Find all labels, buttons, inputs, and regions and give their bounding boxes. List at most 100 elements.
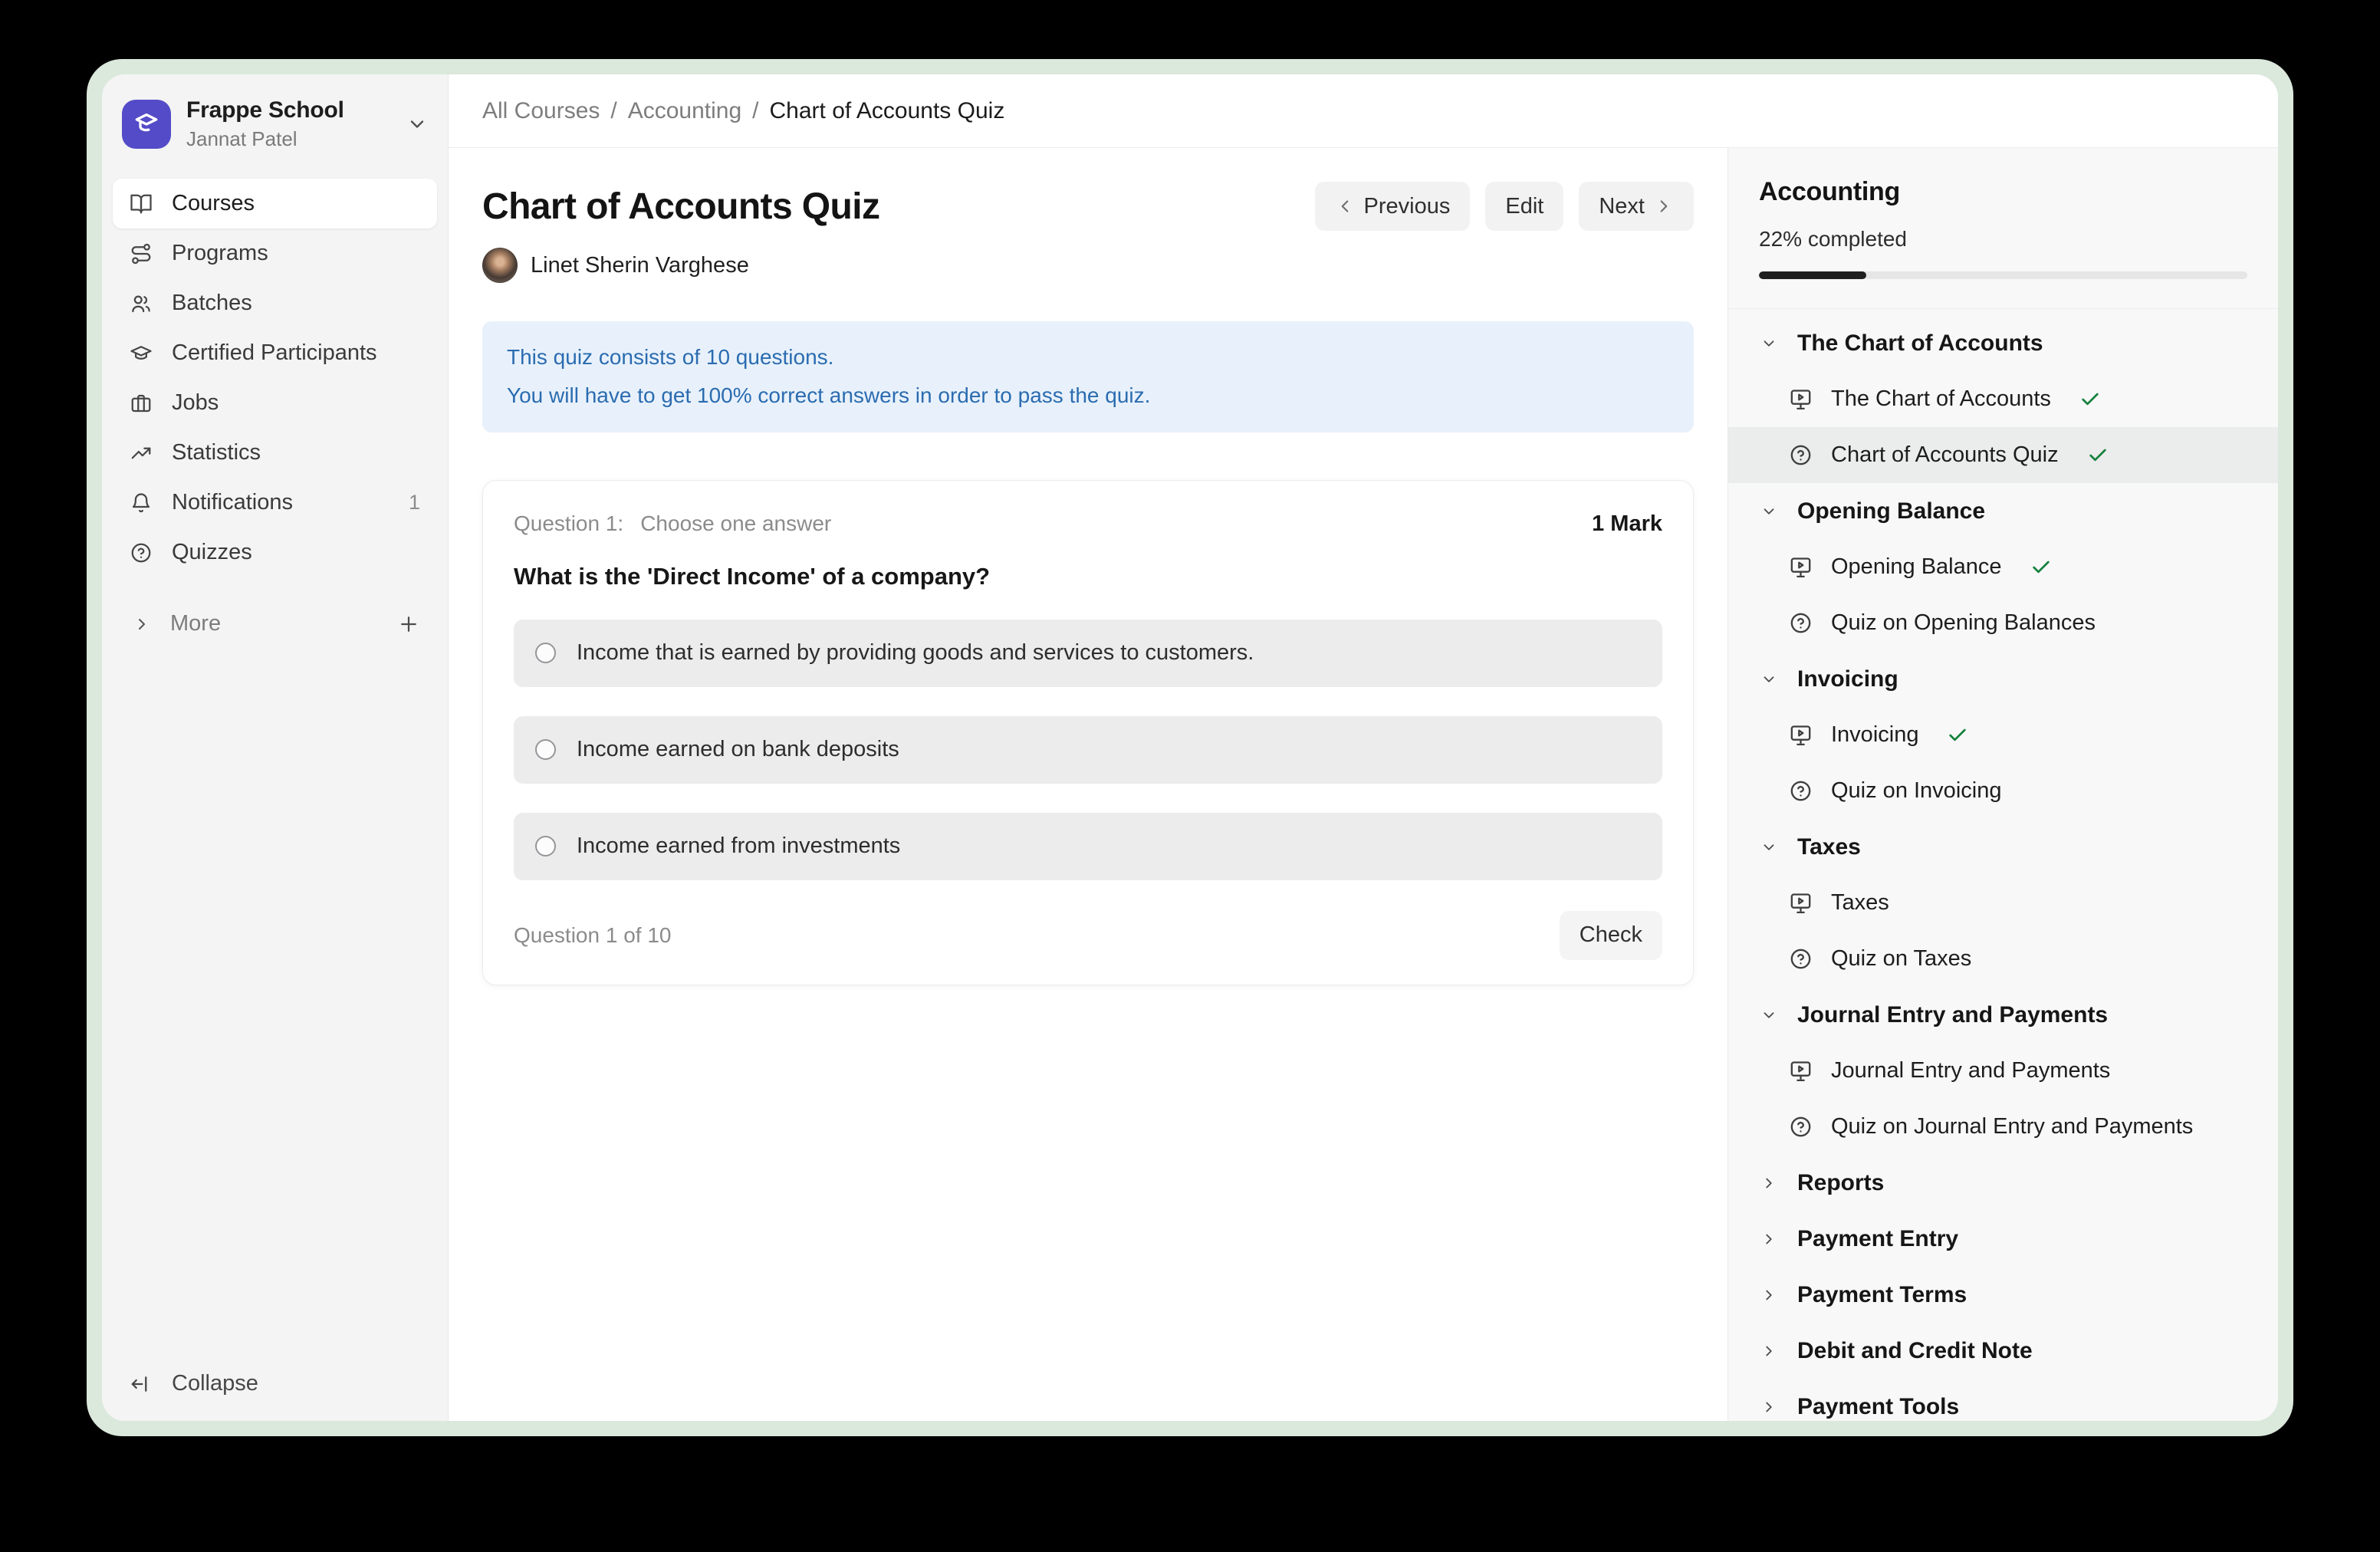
answer-option-1[interactable]: Income that is earned by providing goods… [514, 620, 1662, 687]
outline-section-invoicing[interactable]: Invoicing [1728, 651, 2278, 707]
sidebar-item-notifications[interactable]: Notifications 1 [113, 478, 437, 528]
previous-button[interactable]: Previous [1315, 182, 1471, 231]
sidebar-item-quizzes[interactable]: Quizzes [113, 528, 437, 577]
briefcase-icon [130, 392, 153, 415]
sidebar-item-label: Quizzes [172, 540, 252, 565]
sidebar-item-label: Statistics [172, 440, 261, 465]
outline-section-payment-entry[interactable]: Payment Entry [1728, 1211, 2278, 1267]
outline-item-label: Chart of Accounts Quiz [1831, 442, 2059, 468]
trending-up-icon [130, 442, 153, 465]
breadcrumb-bar: All Courses / Accounting / Chart of Acco… [449, 74, 2278, 148]
outline-item-opening-balance[interactable]: Opening Balance [1728, 539, 2278, 595]
outline-item-label: Quiz on Taxes [1831, 946, 1971, 972]
sidebar-item-statistics[interactable]: Statistics [113, 428, 437, 478]
monitor-play-icon [1788, 722, 1813, 748]
breadcrumb-separator: / [610, 98, 616, 124]
outline-item-the-chart-of-accounts[interactable]: The Chart of Accounts [1728, 371, 2278, 427]
check-button[interactable]: Check [1560, 911, 1662, 960]
chevron-down-icon [1760, 1007, 1777, 1024]
quiz-instructions-line2: You will have to get 100% correct answer… [507, 376, 1669, 415]
chevron-down-icon [1760, 335, 1777, 352]
quiz-instructions-banner: This quiz consists of 10 questions. You … [482, 321, 1694, 432]
outline-section-the-chart-of-accounts[interactable]: The Chart of Accounts [1728, 315, 2278, 371]
sidebar-more-toggle[interactable]: More [113, 599, 437, 649]
question-progress: Question 1 of 10 [514, 923, 671, 948]
help-circle-icon [130, 541, 153, 564]
answer-option-2[interactable]: Income earned on bank deposits [514, 716, 1662, 784]
outline-item-invoicing[interactable]: Invoicing [1728, 707, 2278, 763]
chevron-down-icon [1760, 839, 1777, 856]
workspace-switcher[interactable]: Frappe School Jannat Patel [113, 85, 437, 163]
sidebar-nav: Courses Programs Batches [113, 179, 437, 577]
app-frame: Frappe School Jannat Patel Courses [87, 59, 2293, 1436]
collapse-left-icon [130, 1373, 153, 1396]
sidebar-item-programs[interactable]: Programs [113, 229, 437, 278]
sidebar-item-label: Certified Participants [172, 340, 377, 366]
outline-section-payment-terms[interactable]: Payment Terms [1728, 1267, 2278, 1323]
author-row: Linet Sherin Varghese [482, 248, 1694, 283]
outline-item-chart-of-accounts-quiz[interactable]: Chart of Accounts Quiz [1728, 427, 2278, 483]
sidebar-item-jobs[interactable]: Jobs [113, 378, 437, 428]
outline-item-label: Journal Entry and Payments [1831, 1058, 2110, 1083]
sidebar-item-batches[interactable]: Batches [113, 278, 437, 328]
outline-item-quiz-on-journal-entry-and-payments[interactable]: Quiz on Journal Entry and Payments [1728, 1099, 2278, 1155]
next-button-label: Next [1599, 194, 1645, 219]
outline-item-journal-entry-and-payments[interactable]: Journal Entry and Payments [1728, 1043, 2278, 1099]
frappe-school-logo [122, 100, 171, 149]
author-avatar [482, 248, 518, 283]
breadcrumb-accounting[interactable]: Accounting [628, 98, 741, 124]
quiz-instructions-line1: This quiz consists of 10 questions. [507, 338, 1669, 376]
next-button[interactable]: Next [1579, 182, 1694, 231]
sidebar-more-label: More [170, 611, 221, 636]
course-progress-bar [1759, 271, 2247, 279]
outline-section-payment-tools[interactable]: Payment Tools [1728, 1379, 2278, 1421]
sidebar-item-certified-participants[interactable]: Certified Participants [113, 328, 437, 378]
radio-button[interactable] [535, 643, 556, 663]
chevron-down-icon [1760, 671, 1777, 688]
chevron-right-icon [1654, 196, 1674, 216]
sidebar-collapse-label: Collapse [172, 1371, 258, 1396]
outline-section-opening-balance[interactable]: Opening Balance [1728, 483, 2278, 539]
breadcrumb-current: Chart of Accounts Quiz [770, 98, 1005, 124]
workspace-area: All Courses / Accounting / Chart of Acco… [449, 74, 2278, 1421]
chevron-right-icon [1760, 1399, 1777, 1416]
sidebar-collapse-button[interactable]: Collapse [113, 1359, 437, 1409]
question-marks: 1 Mark [1592, 511, 1662, 537]
outline-section-taxes[interactable]: Taxes [1728, 819, 2278, 875]
check-icon [2087, 445, 2109, 466]
help-circle-icon [1788, 442, 1813, 468]
edit-button[interactable]: Edit [1485, 182, 1563, 231]
course-progress-fill [1759, 271, 1866, 279]
outline-item-quiz-on-invoicing[interactable]: Quiz on Invoicing [1728, 763, 2278, 819]
breadcrumb-all-courses[interactable]: All Courses [482, 98, 600, 124]
plus-icon[interactable] [397, 613, 420, 636]
sidebar-item-label: Batches [172, 291, 252, 316]
outline-section-label: Opening Balance [1797, 498, 1985, 524]
outline-item-quiz-on-taxes[interactable]: Quiz on Taxes [1728, 931, 2278, 987]
radio-button[interactable] [535, 739, 556, 760]
outline-section-debit-and-credit-note[interactable]: Debit and Credit Note [1728, 1323, 2278, 1379]
sidebar-item-courses[interactable]: Courses [113, 179, 437, 229]
question-text: What is the 'Direct Income' of a company… [514, 563, 1662, 590]
outline-item-label: Quiz on Journal Entry and Payments [1831, 1114, 2193, 1139]
app-window: Frappe School Jannat Patel Courses [102, 74, 2278, 1421]
outline-section-journal-entry-and-payments[interactable]: Journal Entry and Payments [1728, 987, 2278, 1043]
outline-item-taxes[interactable]: Taxes [1728, 875, 2278, 931]
answer-option-label: Income earned from investments [577, 834, 900, 859]
outline-section-label: Payment Entry [1797, 1226, 1958, 1252]
users-icon [130, 292, 153, 315]
outline-item-label: Taxes [1831, 890, 1889, 916]
left-sidebar: Frappe School Jannat Patel Courses [102, 74, 449, 1421]
edit-button-label: Edit [1505, 194, 1543, 219]
chevron-right-icon [133, 615, 151, 633]
breadcrumb-separator: / [752, 98, 758, 124]
outline-item-label: The Chart of Accounts [1831, 386, 2051, 412]
help-circle-icon [1788, 778, 1813, 804]
radio-button[interactable] [535, 836, 556, 857]
graduation-cap-icon [131, 109, 162, 140]
outline-section-reports[interactable]: Reports [1728, 1155, 2278, 1211]
desktop-background: { "brand": { "name": "Frappe School", "u… [0, 0, 2380, 1552]
chevron-right-icon [1760, 1175, 1777, 1192]
outline-item-quiz-on-opening-balances[interactable]: Quiz on Opening Balances [1728, 595, 2278, 651]
answer-option-3[interactable]: Income earned from investments [514, 813, 1662, 880]
